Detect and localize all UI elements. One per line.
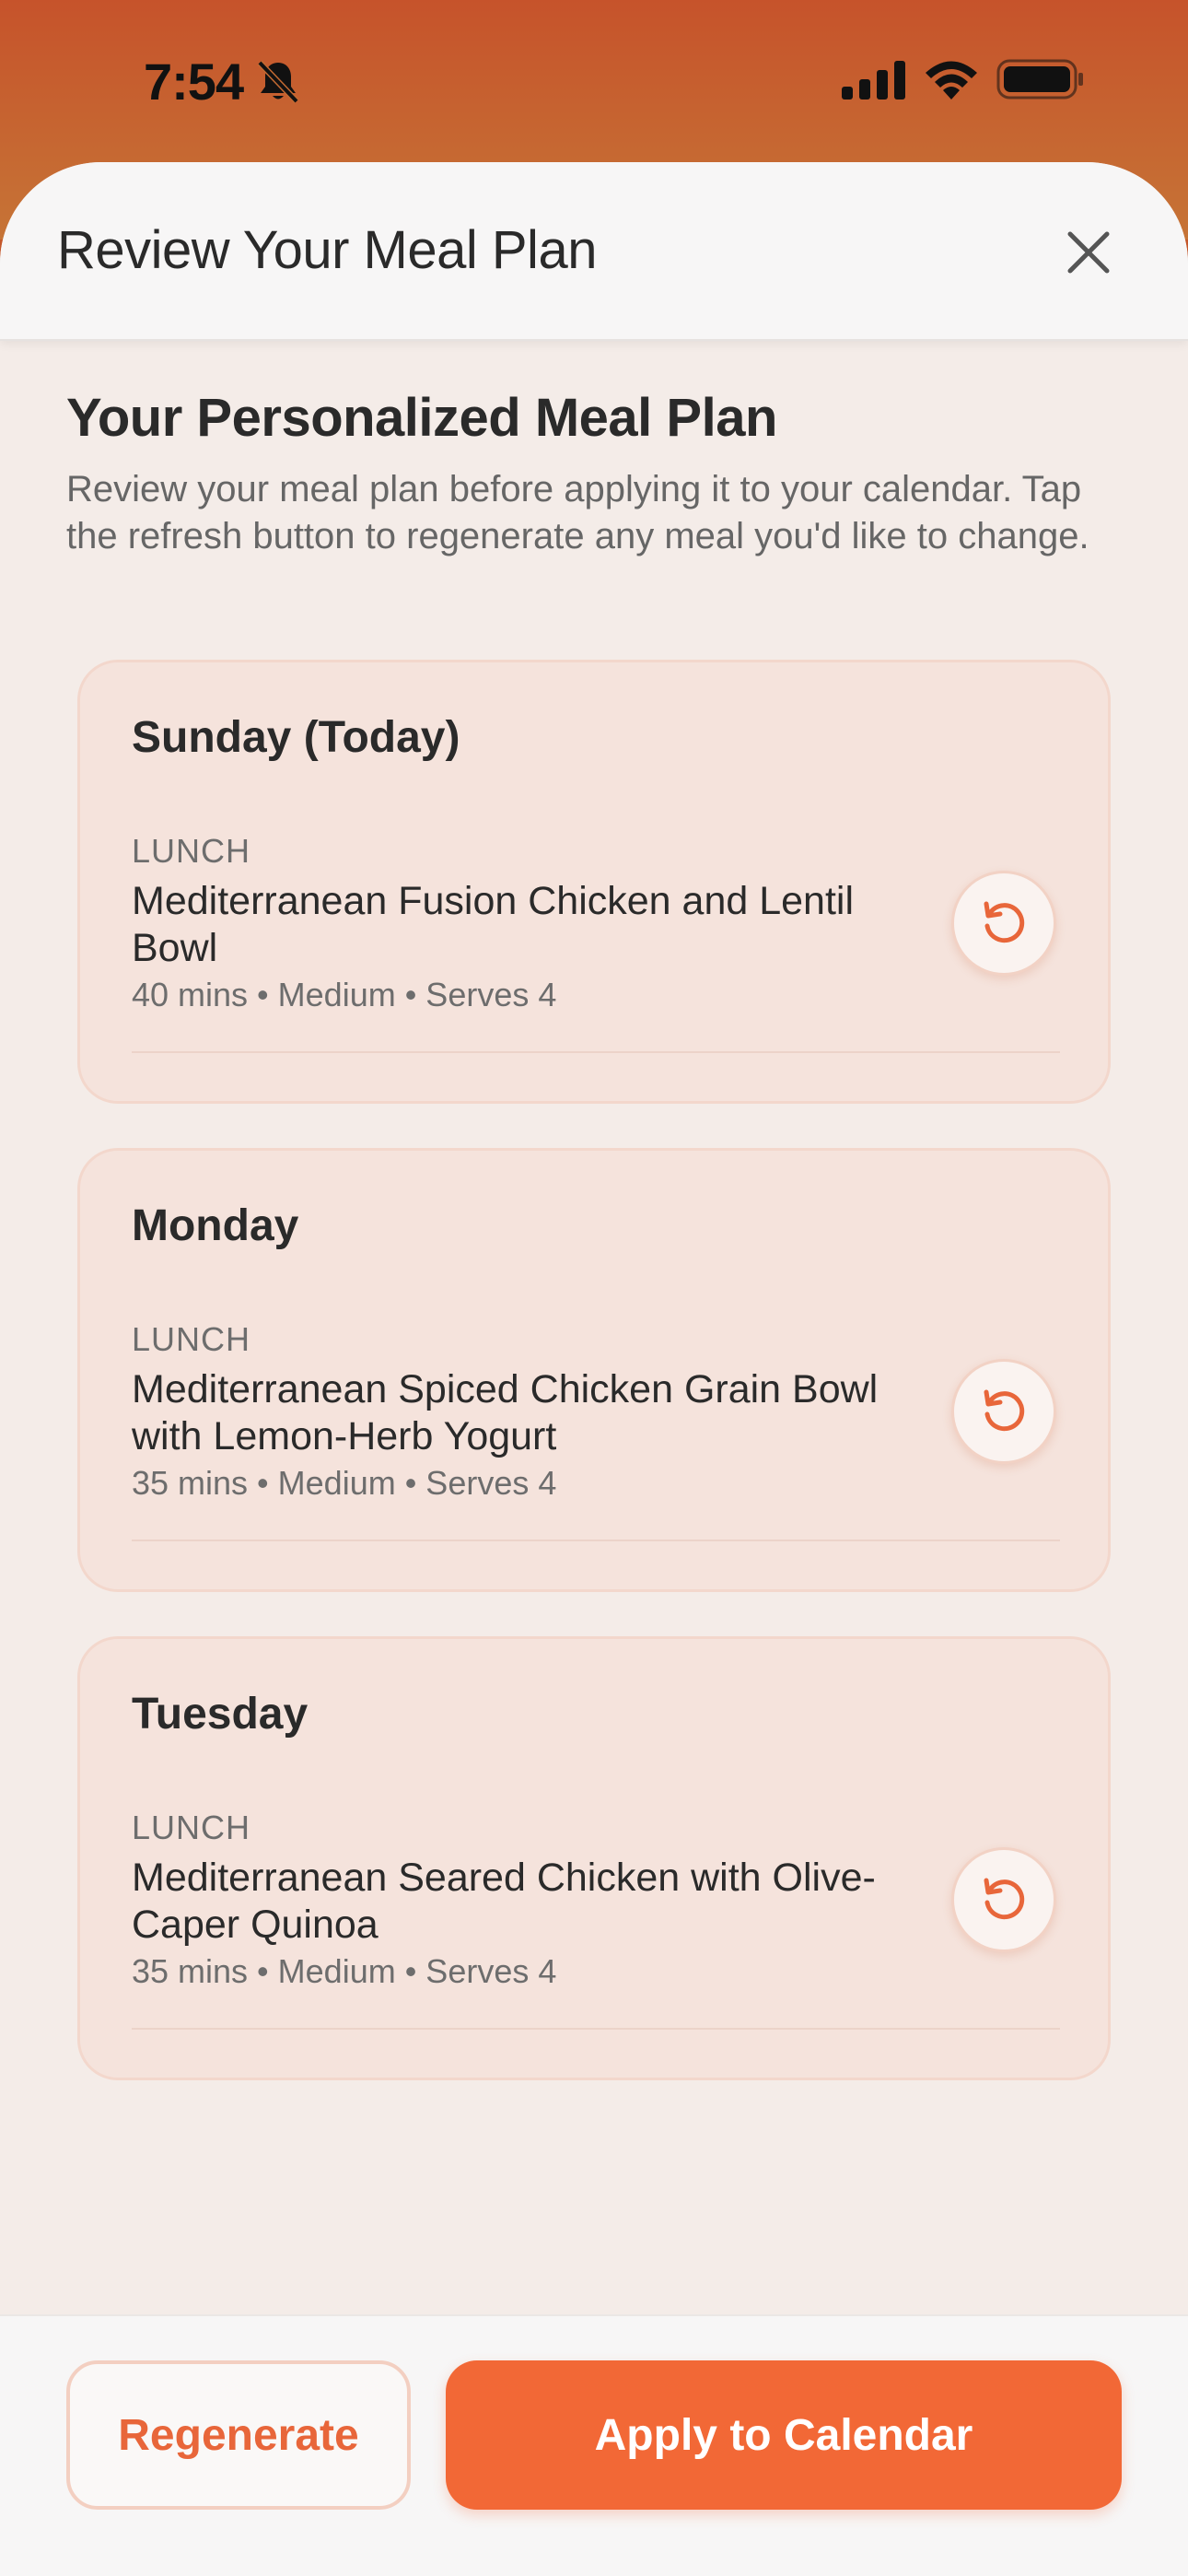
close-icon: [1067, 231, 1110, 274]
plan-description: Review your meal plan before applying it…: [66, 469, 1089, 556]
meal-name: Mediterranean Fusion Chicken and Lentil …: [132, 879, 855, 970]
meal-meta: 40 mins • Medium • Serves 4: [132, 976, 557, 1013]
day-title: Monday: [132, 1201, 299, 1250]
wifi-icon: [926, 61, 977, 100]
refresh-meal-button[interactable]: [951, 1847, 1056, 1952]
day-title: Sunday (Today): [132, 713, 460, 762]
sheet-header: Review Your Meal Plan: [0, 162, 1188, 341]
status-time: 7:54: [144, 53, 244, 111]
sheet-title: Review Your Meal Plan: [57, 220, 597, 280]
meal-plan-sheet: Review Your Meal Plan Your Personalized …: [0, 162, 1188, 2576]
day-card: Sunday (Today) LUNCH Mediterranean Fusio…: [77, 660, 1111, 1104]
refresh-icon: [984, 1389, 1025, 1432]
status-bar: 7:54: [0, 0, 1188, 161]
meal-meta: 35 mins • Medium • Serves 4: [132, 1464, 557, 1502]
cellular-signal-icon: [842, 61, 905, 100]
refresh-icon: [984, 901, 1025, 943]
meal-type: LUNCH: [132, 1809, 251, 1846]
battery-icon: [996, 59, 1083, 100]
meal-name: Mediterranean Seared Chicken with Olive-…: [132, 1856, 876, 1947]
card-divider: [132, 1051, 1060, 1053]
refresh-meal-button[interactable]: [951, 1359, 1056, 1464]
day-card: Monday LUNCH Mediterranean Spiced Chicke…: [77, 1148, 1111, 1592]
day-title: Tuesday: [132, 1690, 309, 1739]
refresh-meal-button[interactable]: [951, 871, 1056, 976]
meal-type: LUNCH: [132, 832, 251, 870]
refresh-icon: [984, 1878, 1025, 1920]
meal-name: Mediterranean Spiced Chicken Grain Bowl …: [132, 1367, 879, 1458]
regenerate-button[interactable]: Regenerate: [66, 2360, 411, 2510]
card-divider: [132, 1540, 1060, 1541]
plan-heading: Your Personalized Meal Plan: [66, 388, 777, 448]
meal-meta: 35 mins • Medium • Serves 4: [132, 1952, 557, 1990]
bell-slash-icon: [257, 60, 299, 104]
card-divider: [132, 2028, 1060, 2030]
day-card: Tuesday LUNCH Mediterranean Seared Chick…: [77, 1636, 1111, 2080]
apply-to-calendar-button[interactable]: Apply to Calendar: [446, 2360, 1122, 2510]
close-button[interactable]: [1055, 219, 1122, 286]
meal-type: LUNCH: [132, 1320, 251, 1358]
